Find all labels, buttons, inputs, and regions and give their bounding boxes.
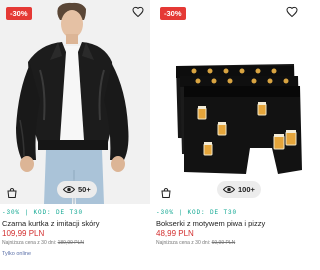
lowest-price-info: Najniższa cena z 30 dni: 189,99 PLN (2, 240, 84, 246)
discount-badge: -30% (6, 7, 32, 20)
product-name[interactable]: Czarna kurtka z imitacji skóry (2, 219, 100, 228)
product-image-jacket[interactable] (0, 0, 150, 204)
lowest-price-label: Najniższa cena z 30 dni: (156, 240, 212, 246)
jacket-model-photo (0, 0, 150, 204)
online-only-label: Tylko online (2, 251, 32, 257)
shopping-bag-icon[interactable] (6, 187, 18, 199)
heart-icon[interactable] (132, 6, 144, 18)
views-count: 100+ (238, 185, 255, 194)
promo-code: -30% | KOD: DE T30 (2, 209, 84, 216)
product-image-boxers[interactable] (154, 0, 304, 204)
views-counter: 50+ (57, 181, 97, 198)
boxers-product-photo (154, 0, 304, 204)
heart-icon[interactable] (286, 6, 298, 18)
lowest-price-label: Najniższa cena z 30 dni: (2, 240, 58, 246)
lowest-price-value: 69,99 PLN (211, 240, 236, 246)
lowest-price-info: Najniższa cena z 30 dni: 69,99 PLN (156, 240, 235, 246)
product-card[interactable]: -30% 50+ -30% | KOD: DE T30 Czarna kurtk… (0, 0, 150, 270)
views-count: 50+ (78, 185, 91, 194)
shopping-bag-icon[interactable] (160, 187, 172, 199)
product-price: 109,99 PLN (2, 229, 45, 238)
views-counter: 100+ (217, 181, 261, 198)
product-price: 48,99 PLN (156, 229, 194, 238)
product-card[interactable]: -30% 100+ -30% | KOD: DE T30 Bokserki z … (154, 0, 304, 270)
discount-badge: -30% (160, 7, 186, 20)
promo-code: -30% | KOD: DE T30 (156, 209, 238, 216)
eye-icon (63, 186, 75, 193)
lowest-price-value: 189,99 PLN (57, 240, 85, 246)
eye-icon (223, 186, 235, 193)
product-name[interactable]: Bokserki z motywem piwa i pizzy (156, 219, 265, 228)
